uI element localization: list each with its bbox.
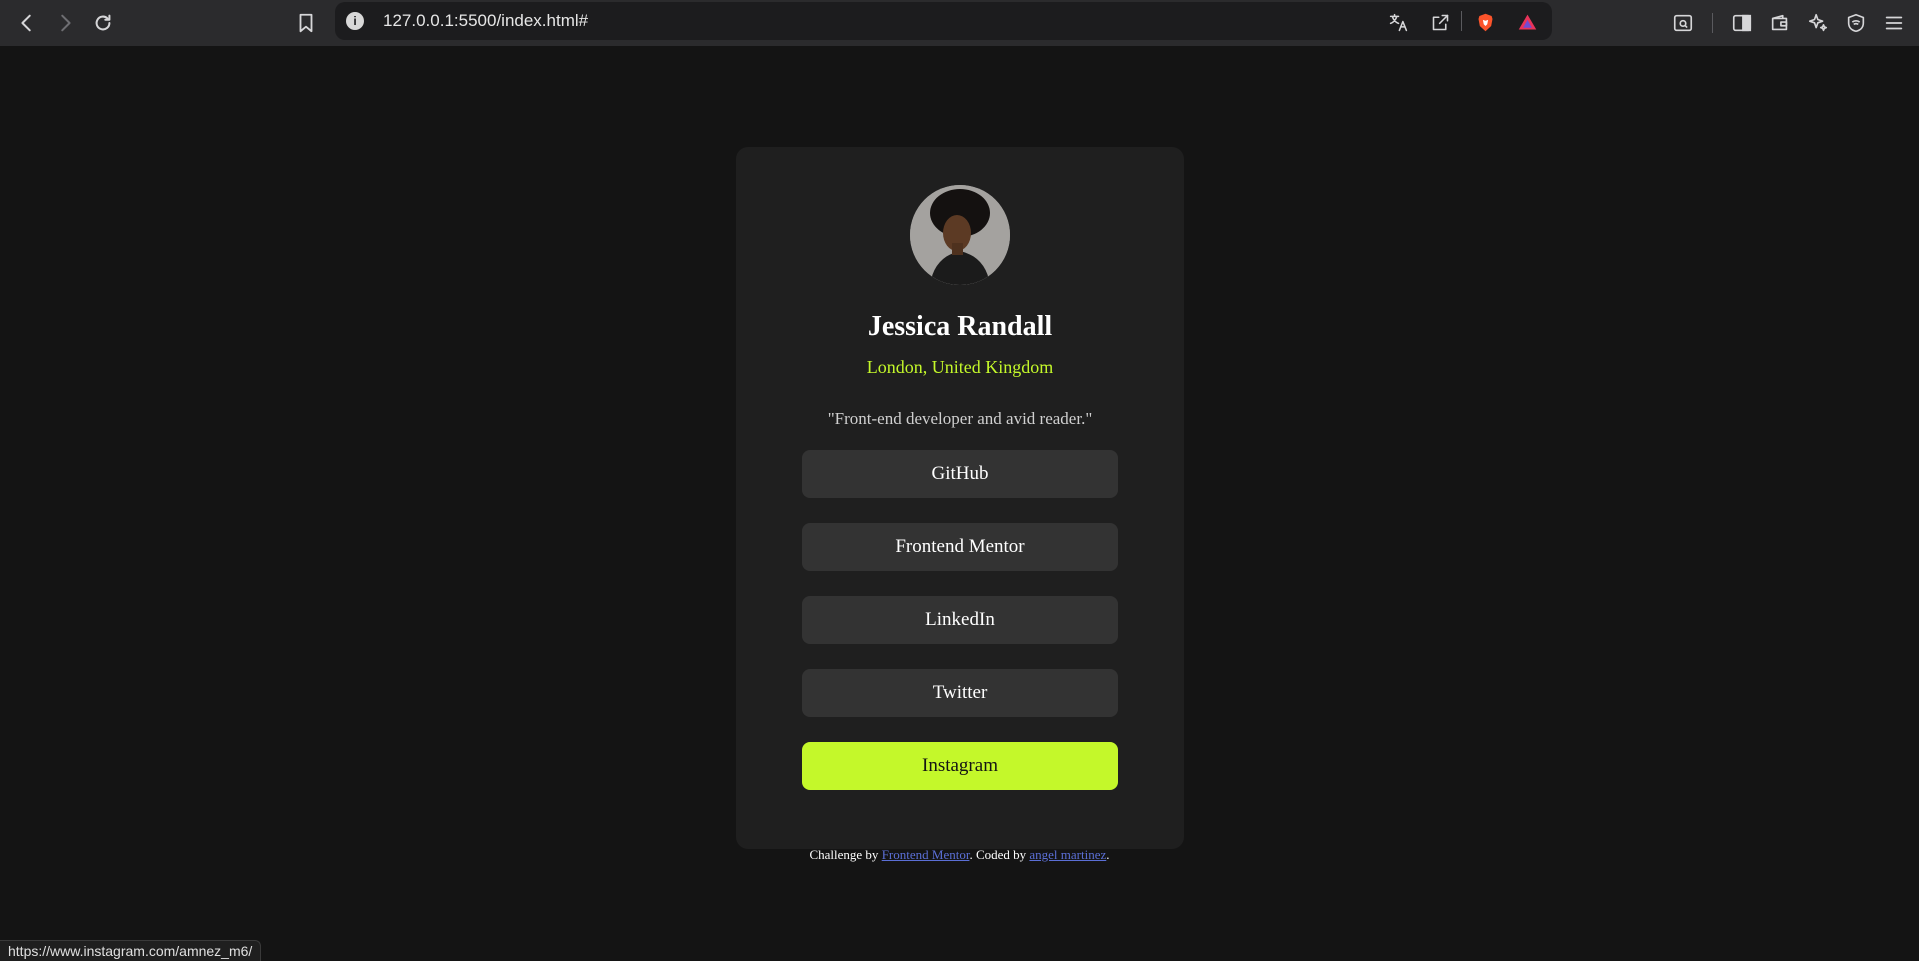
- github-link-button[interactable]: GitHub: [802, 450, 1118, 498]
- profile-name: Jessica Randall: [867, 311, 1053, 342]
- leo-ai-icon[interactable]: [1804, 9, 1832, 37]
- frontend-mentor-link-button[interactable]: Frontend Mentor: [802, 523, 1118, 571]
- attribution-prefix: Challenge by: [809, 847, 882, 862]
- frontend-mentor-attribution-link[interactable]: Frontend Mentor: [882, 847, 970, 862]
- link-status-bar: https://www.instagram.com/amnez_m6/: [0, 940, 262, 961]
- info-icon[interactable]: i: [346, 12, 364, 30]
- profile-bio: "Front-end developer and avid reader.": [827, 409, 1093, 428]
- reader-mode-icon[interactable]: [1669, 9, 1697, 37]
- brave-rewards-icon[interactable]: [1514, 9, 1540, 35]
- attribution-middle: . Coded by: [969, 847, 1030, 862]
- reload-icon[interactable]: [89, 9, 117, 37]
- brave-shield-icon[interactable]: [1472, 9, 1498, 35]
- wallet-icon[interactable]: [1766, 9, 1794, 37]
- sidebar-icon[interactable]: [1728, 9, 1756, 37]
- vpn-icon[interactable]: [1842, 9, 1870, 37]
- menu-icon[interactable]: [1880, 9, 1908, 37]
- url-divider: [1461, 11, 1462, 31]
- url-text[interactable]: 127.0.0.1:5500/index.html#: [383, 11, 588, 31]
- linkedin-link-button[interactable]: LinkedIn: [802, 596, 1118, 644]
- twitter-link-button[interactable]: Twitter: [802, 669, 1118, 717]
- translate-icon[interactable]: [1385, 9, 1411, 35]
- address-bar[interactable]: i 127.0.0.1:5500/index.html#: [335, 2, 1552, 40]
- share-icon[interactable]: [1427, 9, 1453, 35]
- forward-icon[interactable]: [51, 9, 79, 37]
- author-attribution-link[interactable]: angel martinez: [1029, 847, 1106, 862]
- browser-toolbar: i 127.0.0.1:5500/index.html#: [0, 0, 1919, 46]
- profile-card: Jessica Randall London, United Kingdom "…: [736, 147, 1184, 849]
- instagram-link-button[interactable]: Instagram: [802, 742, 1118, 790]
- toolbar-divider: [1712, 13, 1713, 33]
- attribution: Challenge by Frontend Mentor. Coded by a…: [0, 847, 1919, 863]
- attribution-suffix: .: [1106, 847, 1110, 862]
- avatar: [910, 185, 1010, 285]
- bookmark-icon[interactable]: [292, 9, 320, 37]
- back-icon[interactable]: [13, 9, 41, 37]
- profile-location: London, United Kingdom: [866, 357, 1054, 377]
